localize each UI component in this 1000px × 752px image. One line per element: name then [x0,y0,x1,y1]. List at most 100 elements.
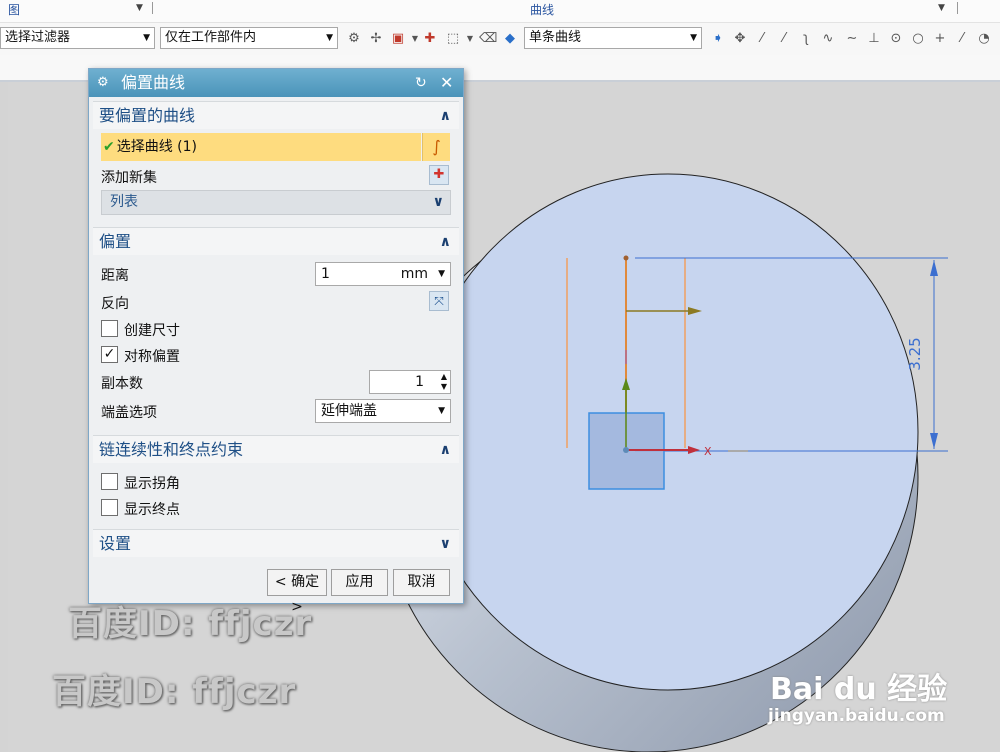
eraser-icon[interactable]: ⌫ [479,31,497,47]
copies-label: 副本数 [101,376,143,392]
chevron-down-icon[interactable]: ∨ [440,530,451,558]
add-new-set-button[interactable]: ✚ [429,165,449,185]
line-icon[interactable]: ⁄ [954,31,970,47]
quadrant-icon[interactable]: ○ [910,31,926,47]
curve-endpoint [623,255,629,261]
distance-value: 1 [321,266,330,282]
line-icon[interactable]: ⁄ [776,31,792,47]
create-dimension-label: 创建尺寸 [124,323,180,339]
type-filter-value: 选择过滤器 [5,30,71,45]
section-offset-header[interactable]: 偏置 ∧ [93,227,459,255]
cap-options-select[interactable]: 延伸端盖 ▼ [315,399,451,423]
show-corner-checkbox[interactable] [101,473,118,490]
close-icon[interactable]: ✕ [440,69,453,97]
show-end-label: 显示终点 [124,502,180,518]
spline-icon[interactable]: ∼ [844,31,860,47]
polyline-icon[interactable]: ∿ [820,31,836,47]
watermark-text: 百度ID: ffjczr [68,604,313,644]
chevron-down-icon[interactable]: ▼ [462,31,478,47]
apply-button[interactable]: 应用 [331,569,388,596]
wcs-x-label: X [704,445,712,458]
dialog-title: 偏置曲线 [121,73,186,92]
dimension-arrow-bottom [930,433,938,449]
reverse-label: 反向 [101,296,129,312]
curve-rule-select[interactable]: 单条曲线 ▼ [524,27,702,49]
copies-stepper[interactable]: 1 ▲ ▼ [369,370,451,394]
dimension-arrow-top [930,260,938,276]
symmetric-offset-checkbox[interactable]: ✓ [101,346,118,363]
chevron-down-icon: ∨ [432,194,444,210]
section-chain-title: 链连续性和终点约束 [99,440,244,459]
create-dimension-checkbox[interactable] [101,320,118,337]
chevron-down-icon[interactable]: ▼ [438,263,445,285]
dimension-value[interactable]: 3.25 [906,337,924,370]
tangent-icon[interactable]: ◔ [976,31,992,47]
divider [152,2,153,14]
chevron-up-icon[interactable]: ∧ [440,436,451,464]
section-chain-header[interactable]: 链连续性和终点约束 ∧ [93,435,459,463]
curve-select-icon[interactable]: ∫ [422,133,450,161]
reset-icon[interactable]: ↻ [415,69,427,97]
section-offset-title: 偏置 [99,232,132,251]
curve-rule-value: 单条曲线 [529,30,582,45]
intersect-icon[interactable]: ⊥ [866,31,882,47]
scope-filter-value: 仅在工作部件内 [165,30,257,45]
cap-options-label: 端盖选项 [101,405,157,421]
select-curve-label: 选择曲线 (1) [116,139,198,155]
reverse-direction-button[interactable]: ⤧ [429,291,449,311]
line-icon[interactable]: ⁄ [754,31,770,47]
check-icon: ✔ [103,139,115,155]
add-select-icon[interactable]: ✚ [422,31,438,47]
chevron-down-icon: ▼ [690,33,697,43]
general-select-icon[interactable]: ⚙ [346,31,362,47]
watermark-url: jingyan.baidu.com [768,706,945,726]
type-filter-select[interactable]: 选择过滤器 ▼ [0,27,155,49]
ribbon-group-view-label[interactable]: 图 [8,1,20,18]
list-expander[interactable]: 列表 ∨ [101,190,451,215]
select-curve-row[interactable]: ✔ 选择曲线 (1) [101,133,421,161]
watermark-logo: Bai du 经验 [770,672,948,707]
ribbon-group-curve-label[interactable]: 曲线 [530,1,554,18]
cancel-button[interactable]: 取消 [393,569,450,596]
chevron-up-icon[interactable]: ∧ [440,102,451,130]
section-settings-header[interactable]: 设置 ∨ [93,529,459,557]
copies-value: 1 [415,374,424,390]
distance-unit: mm [400,266,428,282]
chevron-down-icon: ▼ [143,33,150,43]
section-curve-title: 要偏置的曲线 [99,106,196,125]
stop-at-intersection-icon[interactable]: ➧ [710,31,726,47]
select-all-icon[interactable]: ▣ [390,31,406,47]
selection-bar: 选择过滤器 ▼ 仅在工作部件内 ▼ ⚙ ✢ ▣ ▼ ✚ ⬚ ▼ ⌫ ◆ 单条曲线… [0,23,1000,55]
wcs-origin [623,447,629,453]
arc-icon[interactable]: ʅ [798,31,814,47]
list-label: 列表 [110,194,138,210]
watermark-text: 百度ID: ffjczr [52,672,297,712]
dialog-title-bar[interactable]: ⚙ 偏置曲线 ↻ ✕ [89,69,463,97]
follow-fillet-icon[interactable]: ✥ [732,31,748,47]
chevron-down-icon[interactable]: ▼ [938,3,945,13]
offset-curve-dialog: ⚙ 偏置曲线 ↻ ✕ 要偏置的曲线 ∧ ✔ 选择曲线 (1) ∫ 添加新集 ✚ 列… [88,68,464,615]
gear-icon[interactable]: ⚙ [97,69,109,97]
section-settings-title: 设置 [99,534,132,553]
chevron-up-icon[interactable]: ∧ [440,228,451,256]
snap-select-icon[interactable]: ✢ [368,31,384,47]
circle-center-icon[interactable]: ⊙ [888,31,904,47]
scope-filter-select[interactable]: 仅在工作部件内 ▼ [160,27,338,49]
cap-options-value: 延伸端盖 [321,403,377,419]
symmetric-offset-label: 对称偏置 [124,349,180,365]
add-set-label: 添加新集 [101,170,157,186]
chevron-down-icon[interactable]: ▼ [407,31,423,47]
divider [957,2,958,14]
ok-button[interactable]: < 确定 > [267,569,327,615]
spin-arrows-icon[interactable]: ▲ ▼ [441,372,447,392]
chevron-down-icon[interactable]: ▼ [136,3,143,13]
disk-face [417,173,919,691]
show-corner-label: 显示拐角 [124,476,180,492]
show-end-checkbox[interactable] [101,499,118,516]
point-icon[interactable]: + [932,31,948,47]
chevron-down-icon: ▼ [326,33,333,43]
rectangle-select-icon[interactable]: ⬚ [445,31,461,47]
cube-icon[interactable]: ◆ [502,31,518,47]
distance-field[interactable]: 1 mm ▼ [315,262,451,286]
section-curve-header[interactable]: 要偏置的曲线 ∧ [93,101,459,129]
